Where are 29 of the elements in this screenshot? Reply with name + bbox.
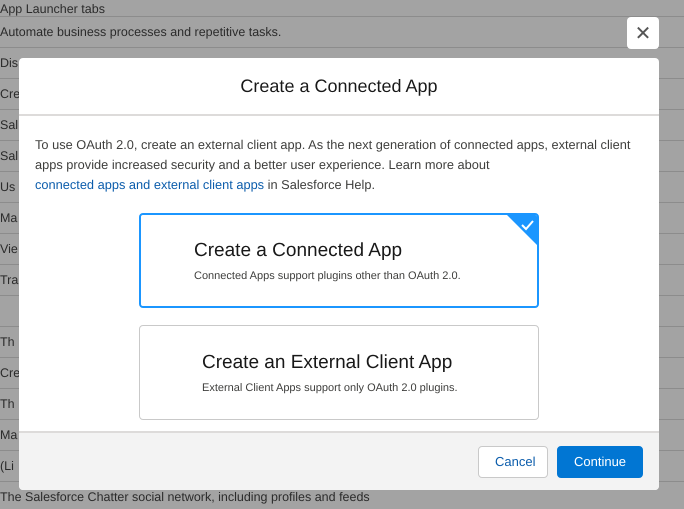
- row-text: Us: [0, 180, 16, 194]
- row-text: The Salesforce Chatter social network, including profiles and feeds: [0, 490, 370, 504]
- row-text: Ma: [0, 428, 18, 442]
- row-text: App Launcher tabs: [0, 2, 105, 16]
- option-description: Connected Apps support plugins other than OAuth 2.0.: [194, 270, 462, 282]
- option-card[interactable]: Create a Connected App Connected Apps support plugins other than OAuth 2.0.: [139, 213, 539, 308]
- row-text: Th: [0, 335, 15, 349]
- row-text: Th: [0, 397, 15, 411]
- continue-button[interactable]: Continue: [557, 446, 643, 478]
- option-description: External Client Apps support only OAuth 2.0 plugins.: [202, 382, 459, 394]
- option-title: Create an External Client App: [202, 352, 454, 374]
- row-text: Sal: [0, 149, 18, 163]
- option-title: Create a Connected App: [194, 240, 404, 262]
- row-text: Dis: [0, 56, 18, 70]
- row-text: (Li: [0, 459, 14, 473]
- row-text: Cre: [0, 366, 20, 380]
- cancel-button[interactable]: Cancel: [478, 446, 548, 478]
- row-text: Tra: [0, 273, 18, 287]
- option-card[interactable]: Create an External Client App External Client Apps support only OAuth 2.0 plugins.: [139, 325, 539, 420]
- modal-title: Create a Connected App: [240, 76, 438, 96]
- row-text: Automate business processes and repetitive tasks.: [0, 25, 282, 39]
- selected-check-icon: [507, 215, 537, 245]
- close-button[interactable]: ✕: [627, 17, 659, 49]
- help-link[interactable]: connected apps and external client apps: [35, 177, 264, 192]
- row-text: Sal: [0, 118, 18, 132]
- row-text: Ma: [0, 211, 18, 225]
- row-text: Cre: [0, 87, 20, 101]
- row-text: Vie: [0, 242, 18, 256]
- intro-paragraph: To use OAuth 2.0, create an external client app. As the next generation of connected apps, external client apps provide increased security and a better user experience. Learn more about connected apps and external client apps in Salesforce Help.: [35, 136, 632, 194]
